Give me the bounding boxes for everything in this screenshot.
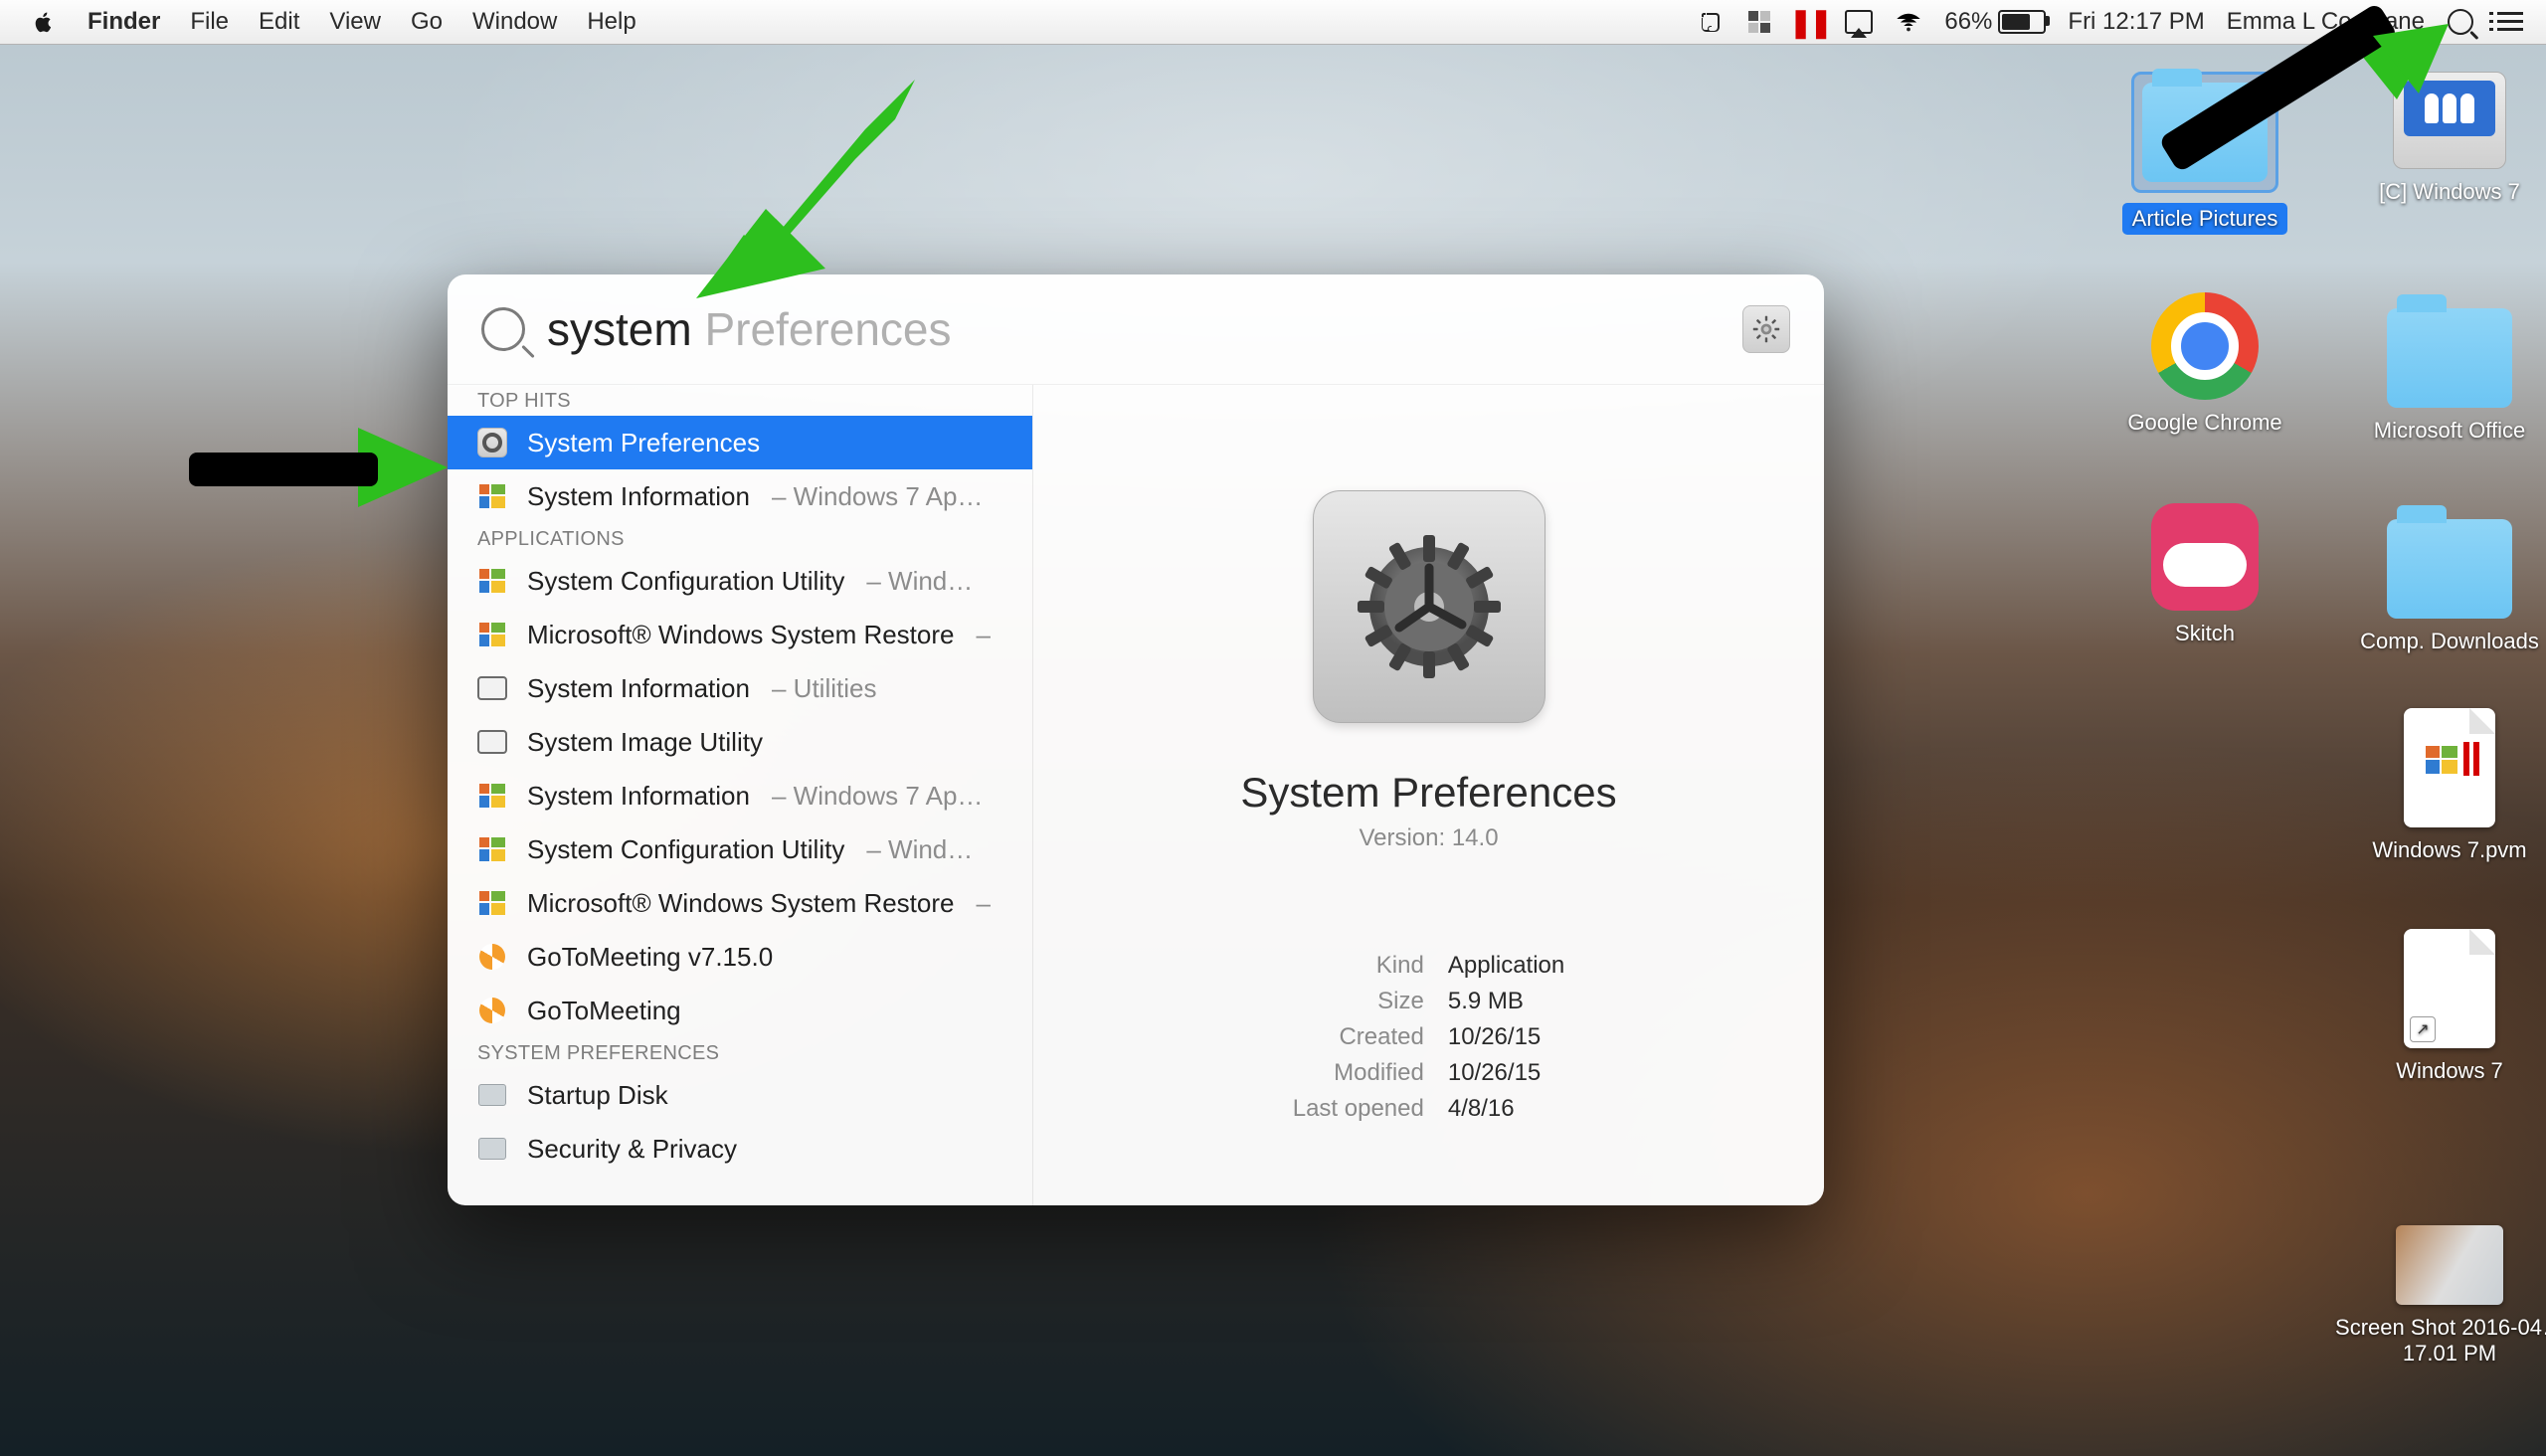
result-label: System Information (527, 781, 750, 812)
spotlight-result-row[interactable]: Microsoft® Windows System Restore – (448, 876, 1032, 930)
annotation-arrow-to-search (666, 60, 925, 323)
notification-center-icon[interactable] (2496, 8, 2524, 36)
preview-meta-value: 4/8/16 (1448, 1095, 1564, 1123)
search-icon (481, 307, 525, 351)
spotlight-results-list: TOP HITS System Preferences System Informa… (448, 385, 1033, 1205)
result-label: System Preferences (527, 428, 760, 458)
spotlight-section-header: SYSTEM PREFERENCES (448, 1037, 1032, 1068)
menu-help[interactable]: Help (587, 8, 636, 36)
desktop-file-windows7-pvm[interactable]: Windows 7.pvm (2345, 708, 2546, 863)
result-label: Microsoft® Windows System Restore (527, 620, 954, 650)
menu-window[interactable]: Window (472, 8, 557, 36)
active-app-name[interactable]: Finder (88, 8, 160, 36)
spotlight-result-row[interactable]: Security & Privacy (448, 1122, 1032, 1176)
apple-menu-icon[interactable] (30, 8, 58, 36)
preview-metadata: Kind Application Size 5.9 MB Created 10/26/15… (1293, 952, 1565, 1123)
desktop-icon-label: Screen Shot 2016-04…17.01 PM (2325, 1315, 2546, 1366)
result-label: Startup Disk (527, 1080, 668, 1111)
result-label: Microsoft® Windows System Restore (527, 888, 954, 919)
spotlight-preview-pane: System Preferences Version: 14.0 Kind App… (1033, 385, 1824, 1205)
result-source: – Wind… (866, 566, 973, 597)
annotation-arrow-to-top-hit (159, 398, 477, 572)
desktop-icon-label: Comp. Downloads (2360, 629, 2539, 654)
menu-edit[interactable]: Edit (259, 8, 299, 36)
preview-app-version: Version: 14.0 (1359, 824, 1498, 852)
spotlight-result-row[interactable]: System Configuration Utility – Wind… (448, 822, 1032, 876)
spotlight-result-row[interactable]: Startup Disk (448, 1068, 1032, 1122)
preview-meta-key: Modified (1293, 1059, 1424, 1087)
preview-meta-key: Kind (1293, 952, 1424, 980)
preview-meta-key: Last opened (1293, 1095, 1424, 1123)
preview-meta-value: 10/26/15 (1448, 1023, 1564, 1051)
result-label: GoToMeeting v7.15.0 (527, 942, 773, 973)
desktop-file-screenshot[interactable]: Screen Shot 2016-04…17.01 PM (2325, 1225, 2546, 1366)
desktop-app-skitch[interactable]: Skitch (2100, 503, 2309, 646)
result-label: System Configuration Utility (527, 566, 844, 597)
desktop-icon-label: Google Chrome (2127, 410, 2281, 436)
preview-meta-value: 5.9 MB (1448, 988, 1564, 1015)
preview-meta-key: Created (1293, 1023, 1424, 1051)
system-preferences-app-icon (1313, 490, 1546, 723)
menu-view[interactable]: View (329, 8, 381, 36)
result-label: System Configuration Utility (527, 834, 844, 865)
spotlight-result-thumb-icon (1742, 305, 1790, 353)
result-label: System Information (527, 481, 750, 512)
result-source: – Utilities (772, 673, 876, 704)
spotlight-result-row[interactable]: Microsoft® Windows System Restore – (448, 608, 1032, 661)
evernote-menubar-icon[interactable] (1696, 8, 1724, 36)
result-label: System Information (527, 673, 750, 704)
preview-app-title: System Preferences (1240, 769, 1616, 817)
wifi-icon[interactable] (1895, 8, 1922, 36)
battery-status[interactable]: 66% (1944, 8, 2046, 36)
spotlight-result-row[interactable]: System Information – Windows 7 Ap… (448, 469, 1032, 523)
result-label: GoToMeeting (527, 996, 681, 1026)
spotlight-result-row[interactable]: System Image Utility (448, 715, 1032, 769)
spotlight-result-row[interactable]: GoToMeeting v7.15.0 (448, 930, 1032, 984)
preview-meta-value: Application (1448, 952, 1564, 980)
result-source: – Wind… (866, 834, 973, 865)
desktop-folder-comp-downloads[interactable]: Comp. Downloads (2345, 519, 2546, 654)
spotlight-result-row[interactable]: System Configuration Utility – Wind… (448, 554, 1032, 608)
spotlight-section-header: APPLICATIONS (448, 523, 1032, 554)
spotlight-result-row[interactable]: System Information – Windows 7 Ap… (448, 769, 1032, 822)
annotation-arrow-to-spotlight-icon (2138, 20, 2476, 244)
desktop-folder-ms-office[interactable]: Microsoft Office (2345, 308, 2546, 444)
spotlight-search-row: system Preferences (448, 274, 1824, 385)
desktop-app-chrome[interactable]: Google Chrome (2100, 292, 2309, 436)
desktop-icon-label: Windows 7 (2396, 1058, 2503, 1084)
menu-file[interactable]: File (190, 8, 229, 36)
battery-percent: 66% (1944, 8, 1992, 36)
result-label: System Image Utility (527, 727, 763, 758)
desktop-icon-label: Microsoft Office (2374, 418, 2525, 444)
menubar-extra-grid-icon[interactable] (1745, 8, 1773, 36)
spotlight-section-header: TOP HITS (448, 385, 1032, 416)
result-source: – Windows 7 Ap… (772, 481, 983, 512)
preview-meta-value: 10/26/15 (1448, 1059, 1564, 1087)
desktop-icon-label: Skitch (2175, 621, 2235, 646)
desktop-icon-label: Windows 7.pvm (2372, 837, 2526, 863)
result-source: – Windows 7 Ap… (772, 781, 983, 812)
parallels-pause-icon[interactable]: ❚❚ (1795, 8, 1823, 36)
spotlight-result-row[interactable]: GoToMeeting (448, 984, 1032, 1037)
spotlight-panel: system Preferences TOP HITSSystem Prefer… (448, 274, 1824, 1205)
preview-meta-key: Size (1293, 988, 1424, 1015)
spotlight-result-row[interactable]: System Preferences (448, 416, 1032, 469)
desktop-shortcut-windows7[interactable]: ↗ Windows 7 (2345, 929, 2546, 1084)
spotlight-result-row[interactable]: System Information – Utilities (448, 661, 1032, 715)
airplay-icon[interactable] (1845, 8, 1873, 36)
result-label: Security & Privacy (527, 1134, 737, 1165)
battery-icon (1998, 10, 2046, 34)
menu-go[interactable]: Go (411, 8, 443, 36)
